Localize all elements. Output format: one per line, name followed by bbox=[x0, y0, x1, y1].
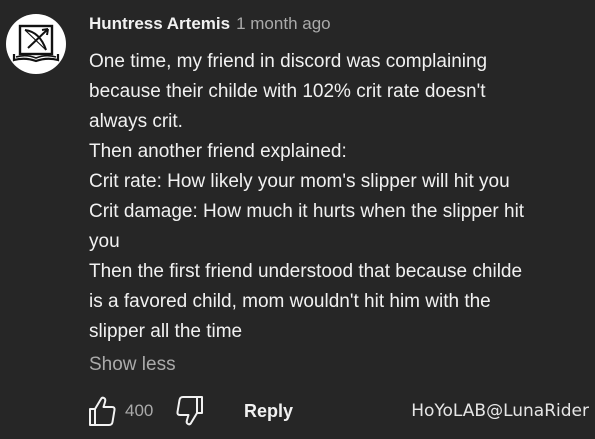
like-count: 400 bbox=[125, 401, 154, 420]
comment-text: One time, my friend in discord was compl… bbox=[89, 47, 589, 347]
comment-line: Then the first friend understood that be… bbox=[89, 261, 523, 282]
thumbs-up-icon bbox=[89, 396, 116, 426]
comment-line: because their childe with 102% crit rate… bbox=[89, 81, 486, 102]
comment-timestamp[interactable]: 1 month ago bbox=[236, 14, 331, 33]
comment-line: Crit damage: How much it hurts when the … bbox=[89, 201, 525, 222]
thumbs-down-icon bbox=[176, 396, 203, 426]
comment-header: Huntress Artemis 1 month ago bbox=[89, 12, 331, 37]
show-less-button[interactable]: Show less bbox=[89, 351, 176, 379]
avatar[interactable] bbox=[6, 14, 66, 74]
watermark: HoYoLAB@LunaRider bbox=[411, 401, 589, 421]
comment-line: Then another friend explained: bbox=[89, 141, 347, 162]
comment-line: you bbox=[89, 231, 120, 252]
author-name[interactable]: Huntress Artemis bbox=[89, 14, 230, 33]
comment-line: always crit. bbox=[89, 111, 183, 132]
comment-line: Crit rate: How likely your mom's slipper… bbox=[89, 171, 510, 192]
comment-line: slipper all the time bbox=[89, 321, 243, 342]
reply-button[interactable]: Reply bbox=[244, 399, 293, 423]
dislike-button[interactable] bbox=[174, 394, 206, 428]
comment-line: One time, my friend in discord was compl… bbox=[89, 51, 488, 72]
comment-line: is a favored child, mom wouldn't hit him… bbox=[89, 291, 491, 312]
book-bow-icon bbox=[12, 24, 60, 63]
like-button[interactable] bbox=[86, 394, 118, 428]
